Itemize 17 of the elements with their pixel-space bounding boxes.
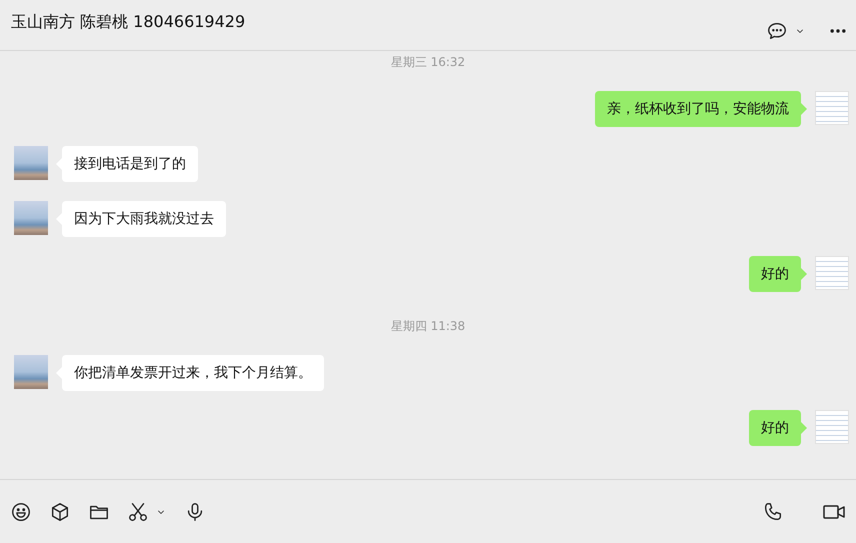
- cube-icon[interactable]: [49, 500, 71, 522]
- received-message-bubble: 接到电话是到了的: [62, 146, 198, 182]
- chat-bubble-icon[interactable]: [766, 20, 788, 42]
- received-message-bubble: 你把清单发票开过来，我下个月结算。: [62, 355, 324, 391]
- emoji-icon[interactable]: [10, 500, 32, 522]
- message-timestamp: 星期四 11:38: [390, 318, 466, 335]
- bubble-tail: [801, 103, 807, 115]
- message-timestamp: 星期三 16:32: [390, 54, 466, 71]
- sent-message-bubble: 亲，纸杯收到了吗，安能物流: [595, 91, 801, 127]
- phone-icon[interactable]: [762, 500, 784, 522]
- received-message-bubble: 因为下大雨我就没过去: [62, 201, 226, 237]
- bubble-tail: [801, 422, 807, 434]
- sent-message-bubble: 好的: [749, 256, 801, 292]
- scissors-icon[interactable]: [127, 500, 149, 522]
- bubble-tail: [801, 268, 807, 280]
- sent-message-bubble: 好的: [749, 410, 801, 446]
- chat-title: 玉山南方 陈碧桃 18046619429: [11, 12, 246, 32]
